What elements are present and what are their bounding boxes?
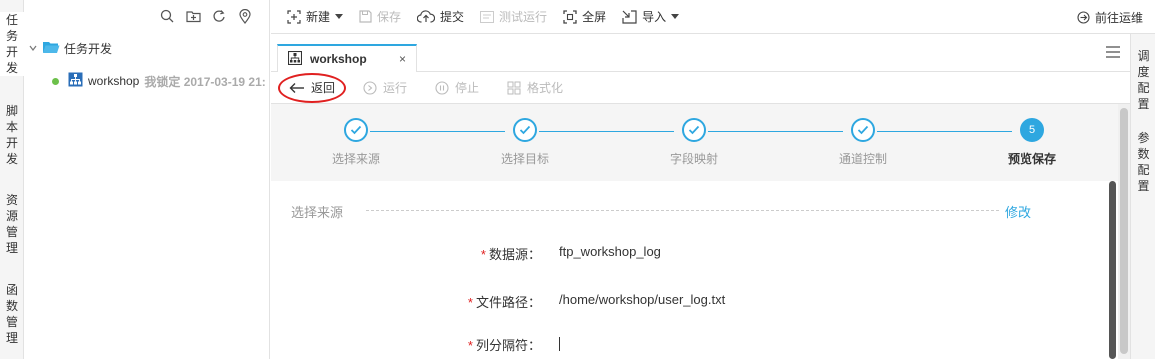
- nav-param-config[interactable]: 参 数 配 置: [1131, 130, 1155, 194]
- close-icon[interactable]: ×: [399, 52, 406, 66]
- grid-icon: [507, 81, 521, 94]
- text-cursor: [559, 336, 560, 351]
- save-button[interactable]: 保存: [359, 8, 401, 25]
- fullscreen-button[interactable]: 全屏: [563, 8, 606, 25]
- nav-resource-mgmt[interactable]: 资 源 管 理: [0, 192, 24, 256]
- refresh-icon[interactable]: [211, 8, 227, 24]
- submit-button[interactable]: 提交: [417, 8, 464, 25]
- nav-script-dev[interactable]: 脚 本 开 发: [0, 103, 24, 167]
- format-button[interactable]: 格式化: [507, 79, 563, 96]
- required-mark: *: [467, 295, 473, 310]
- editor-tab-bar: workshop ×: [271, 34, 1130, 72]
- folder-open-icon: [42, 40, 60, 57]
- step-label: 选择目标: [500, 152, 549, 166]
- step-channel-control[interactable]: 通道控制: [813, 118, 913, 167]
- wizard-steps: 选择来源 选择目标 字段映射 通道控制 5 预览保存: [271, 104, 1130, 181]
- tree-node-label: workshop: [88, 74, 140, 88]
- import-icon: [622, 9, 637, 24]
- caret-down-icon: [671, 13, 680, 19]
- nav-task-dev[interactable]: 任 务 开 发: [0, 12, 24, 76]
- step-label: 选择来源: [331, 152, 380, 166]
- edit-link[interactable]: 修改: [1005, 202, 1031, 221]
- new-button[interactable]: 新建: [287, 8, 344, 25]
- field-label: * 数据源：: [480, 247, 541, 262]
- nav-function-mgmt[interactable]: 函 数 管 理: [0, 282, 24, 346]
- tab-title: workshop: [310, 52, 367, 66]
- check-icon: [513, 118, 537, 142]
- cloud-upload-icon: [417, 10, 436, 23]
- test-run-icon: [480, 10, 495, 23]
- search-icon[interactable]: [159, 8, 175, 24]
- main-toolbar: 新建 保存 提交 测试运行 全屏 导入 前往运维: [271, 0, 1155, 34]
- run-button[interactable]: 运行: [363, 79, 407, 96]
- check-icon: [682, 118, 706, 142]
- filepath-value: /home/workshop/user_log.txt: [559, 292, 726, 307]
- source-config-form: 选择来源 修改 * 数据源： ftp_workshop_log * 文件路径： /h…: [271, 181, 1109, 359]
- fullscreen-icon: [563, 9, 577, 24]
- save-icon: [359, 10, 372, 23]
- tab-workshop[interactable]: workshop ×: [277, 44, 417, 72]
- back-button[interactable]: 返回: [289, 79, 335, 96]
- task-tree-panel: 任务开发 workshop 我锁定 2017-03-19 21:: [24, 0, 270, 359]
- pause-icon: [435, 80, 449, 95]
- step-label: 字段映射: [669, 152, 718, 166]
- lock-info: 我锁定 2017-03-19 21:: [144, 74, 266, 89]
- workflow-icon: [287, 50, 303, 68]
- new-folder-icon[interactable]: [185, 8, 201, 24]
- step-field-mapping[interactable]: 字段映射: [644, 118, 744, 167]
- tree-toolbar: [159, 8, 253, 24]
- form-scrollbar-thumb[interactable]: [1109, 181, 1116, 359]
- step-select-target[interactable]: 选择目标: [475, 118, 575, 167]
- menu-icon[interactable]: [1106, 46, 1120, 61]
- section-divider: [366, 210, 999, 211]
- delimiter-value: [559, 335, 560, 351]
- new-icon: [287, 9, 301, 24]
- step-preview-save[interactable]: 5 预览保存: [982, 118, 1082, 167]
- goto-ops-link[interactable]: 前往运维: [1077, 9, 1143, 26]
- goto-icon: [1077, 11, 1090, 24]
- field-label: * 文件路径：: [467, 295, 541, 310]
- panel-scrollbar-thumb[interactable]: [1120, 108, 1128, 354]
- step-label: 通道控制: [838, 152, 887, 166]
- left-vertical-nav: 任 务 开 发 脚 本 开 发 资 源 管 理 函 数 管 理: [0, 0, 24, 359]
- check-icon: [851, 118, 875, 142]
- required-mark: *: [480, 247, 486, 262]
- datasource-value: ftp_workshop_log: [559, 244, 661, 259]
- field-label: * 列分隔符：: [467, 338, 541, 353]
- step-number: 5: [1020, 118, 1044, 142]
- workflow-icon: [68, 72, 83, 90]
- locate-icon[interactable]: [237, 8, 253, 24]
- arrow-left-icon: [289, 82, 304, 93]
- right-vertical-nav: 调 度 配 置 参 数 配 置: [1130, 34, 1155, 359]
- status-dot: [52, 77, 59, 85]
- test-run-button[interactable]: 测试运行: [480, 8, 547, 25]
- chevron-down-icon[interactable]: [28, 42, 38, 56]
- editor-subtoolbar: 返回 运行 停止 格式化: [271, 72, 1130, 104]
- nav-schedule-config[interactable]: 调 度 配 置: [1131, 48, 1155, 112]
- required-mark: *: [467, 338, 473, 353]
- stop-button[interactable]: 停止: [435, 79, 479, 96]
- check-icon: [344, 118, 368, 142]
- tree-folder-task-dev[interactable]: 任务开发: [28, 40, 112, 57]
- tree-folder-label: 任务开发: [64, 42, 113, 56]
- import-button[interactable]: 导入: [622, 8, 680, 25]
- tree-node-workshop[interactable]: workshop 我锁定 2017-03-19 21:: [52, 72, 266, 90]
- step-select-source[interactable]: 选择来源: [306, 118, 406, 167]
- step-label: 预览保存: [1007, 152, 1056, 166]
- section-title: 选择来源: [291, 205, 344, 220]
- caret-down-icon: [335, 13, 344, 19]
- play-icon: [363, 80, 377, 95]
